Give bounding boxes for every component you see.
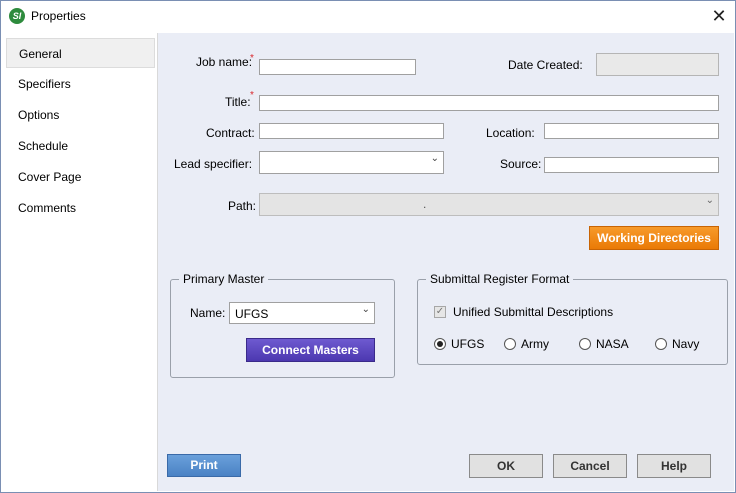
radio-nasa-label: NASA [596, 337, 629, 351]
radio-ufgs-label: UFGS [451, 337, 485, 351]
radio-ufgs[interactable] [434, 338, 446, 350]
radio-nasa[interactable] [579, 338, 591, 350]
lead-specifier-label: Lead specifier: [174, 157, 253, 171]
radio-navy[interactable] [655, 338, 667, 350]
title-label: Title: [225, 95, 251, 109]
title-bar: SI Properties ✕ [1, 1, 735, 32]
source-input[interactable] [544, 157, 719, 173]
title-input[interactable] [259, 95, 719, 111]
properties-window: SI Properties ✕ General Specifiers Optio… [0, 0, 736, 493]
master-name-value: UFGS [235, 307, 269, 321]
chevron-down-icon: ⌄ [361, 304, 370, 315]
sidebar-item-cover-page[interactable]: Cover Page [6, 162, 155, 192]
path-dropdown[interactable]: . ⌄ [259, 193, 719, 216]
master-name-dropdown[interactable]: UFGS ⌄ [229, 302, 375, 324]
master-name-label: Name: [190, 306, 226, 320]
window-title: Properties [31, 9, 86, 23]
source-label: Source: [500, 157, 542, 171]
path-label: Path: [228, 199, 257, 213]
chevron-down-icon: ⌄ [430, 153, 439, 164]
unified-submittal-label: Unified Submittal Descriptions [453, 305, 614, 319]
contract-input[interactable] [259, 123, 444, 139]
date-created-label: Date Created: [508, 58, 583, 72]
sidebar-item-schedule[interactable]: Schedule [6, 131, 155, 161]
radio-army-label: Army [521, 337, 549, 351]
sidebar: General Specifiers Options Schedule Cove… [2, 33, 158, 491]
sidebar-item-comments[interactable]: Comments [6, 193, 155, 223]
contract-label: Contract: [206, 126, 255, 140]
submittal-register-legend: Submittal Register Format [426, 272, 574, 286]
sidebar-item-options[interactable]: Options [6, 100, 155, 130]
radio-navy-label: Navy [672, 337, 700, 351]
general-panel: Job name: * Date Created: Title: * Contr… [158, 33, 734, 491]
working-directories-button[interactable]: Working Directories [589, 226, 719, 250]
submittal-register-group: Submittal Register Format ✓ Unified Subm… [417, 272, 728, 365]
close-icon[interactable]: ✕ [707, 4, 731, 28]
help-button[interactable]: Help [637, 454, 711, 478]
chevron-down-icon: ⌄ [705, 195, 714, 206]
sidebar-item-general[interactable]: General [6, 38, 155, 68]
ok-button[interactable]: OK [469, 454, 543, 478]
job-name-input[interactable] [259, 59, 416, 75]
unified-submittal-checkbox[interactable]: ✓ [434, 306, 446, 318]
path-value: . [423, 197, 427, 211]
date-created-field [596, 53, 719, 76]
title-required-mark: * [250, 90, 254, 101]
primary-master-legend: Primary Master [179, 272, 269, 286]
cancel-button[interactable]: Cancel [553, 454, 627, 478]
connect-masters-button[interactable]: Connect Masters [246, 338, 375, 362]
app-icon: SI [9, 8, 25, 24]
job-name-label: Job name: [196, 55, 253, 69]
print-button[interactable]: Print [167, 454, 241, 477]
radio-army[interactable] [504, 338, 516, 350]
lead-specifier-dropdown[interactable]: ⌄ [259, 151, 444, 174]
job-name-required-mark: * [250, 53, 254, 64]
location-input[interactable] [544, 123, 719, 139]
location-label: Location: [486, 126, 535, 140]
primary-master-group: Primary Master Name: UFGS ⌄ Connect Mast… [170, 272, 395, 378]
sidebar-item-specifiers[interactable]: Specifiers [6, 69, 155, 99]
